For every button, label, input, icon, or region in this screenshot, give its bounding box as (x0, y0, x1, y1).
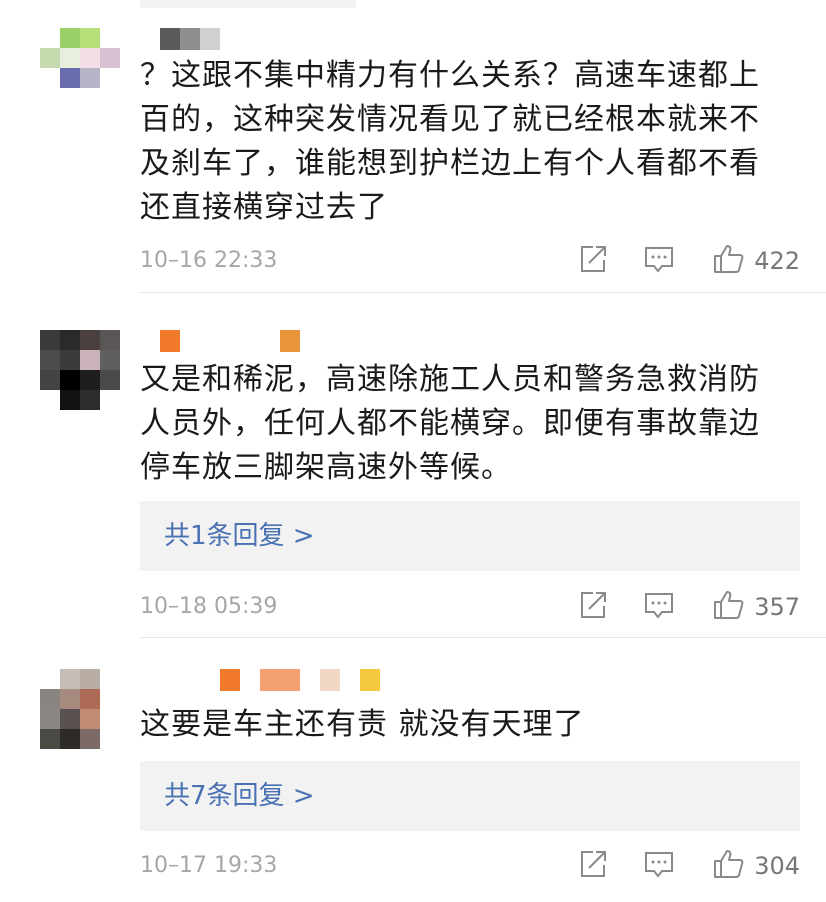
avatar-cell (80, 709, 100, 729)
avatar-cell (60, 689, 80, 709)
comment-time: 10–16 22:33 (140, 248, 278, 273)
like-count: 422 (754, 247, 800, 275)
avatar-cell (40, 390, 60, 410)
name-blur-block (280, 330, 300, 352)
avatar-cell (100, 370, 120, 390)
like-icon[interactable] (712, 588, 746, 622)
avatar-cell (60, 370, 80, 390)
avatar-cell (60, 330, 80, 350)
avatar-cell (60, 390, 80, 410)
username-redacted[interactable] (160, 330, 300, 352)
avatar-cell (40, 330, 60, 350)
avatar-cell (40, 68, 60, 88)
avatar-cell (100, 68, 120, 88)
name-blur-block (160, 330, 180, 352)
avatar-cell (100, 729, 120, 749)
avatar-cell (80, 390, 100, 410)
avatar-cell (100, 48, 120, 68)
avatar[interactable] (40, 330, 120, 410)
name-blur-block (160, 28, 180, 50)
avatar-cell (80, 68, 100, 88)
avatar-cell (80, 729, 100, 749)
avatar-cell (60, 709, 80, 729)
comment-icon[interactable] (642, 242, 676, 276)
avatar-cell (80, 330, 100, 350)
avatar-cell (40, 48, 60, 68)
comment-item: ？这跟不集中精力有什么关系？高速车速都上百的，这种突发情况看见了就已经根本就来不… (0, 0, 826, 292)
avatar-cell (40, 689, 60, 709)
avatar-cell (100, 669, 120, 689)
avatar-cell (40, 729, 60, 749)
avatar-cell (100, 390, 120, 410)
name-blur-block (260, 669, 300, 691)
avatar-cell (80, 350, 100, 370)
like-count: 304 (754, 852, 800, 880)
avatar-cell (60, 48, 80, 68)
avatar-cell (80, 669, 100, 689)
view-replies-button[interactable]: 共1条回复 > (140, 501, 800, 571)
name-blur-block (200, 28, 220, 50)
comment-text: ？这跟不集中精力有什么关系？高速车速都上百的，这种突发情况看见了就已经根本就来不… (140, 58, 760, 225)
avatar-cell (60, 88, 80, 108)
comment-time: 10–17 19:33 (140, 853, 278, 878)
avatar-cell (80, 88, 100, 108)
comment-time: 10–18 05:39 (140, 594, 278, 619)
comment-text: 这要是车主还有责 就没有天理了 (140, 707, 585, 742)
avatar-cell (100, 709, 120, 729)
comment-icon[interactable] (642, 588, 676, 622)
avatar-cell (60, 729, 80, 749)
comment-item: 又是和稀泥，高速除施工人员和警务急救消防人员外，任何人都不能横穿。即便有事故靠边… (0, 292, 826, 637)
share-icon[interactable] (576, 588, 610, 622)
comment-meta: 10–17 19:33 304 (140, 847, 800, 887)
avatar[interactable] (40, 669, 120, 749)
comment-item: 这要是车主还有责 就没有天理了 共7条回复 > 10–17 19:33 304 (0, 637, 826, 902)
like-count: 357 (754, 593, 800, 621)
avatar-cell (60, 350, 80, 370)
comment-icon[interactable] (642, 847, 676, 881)
username-redacted[interactable] (160, 28, 220, 50)
name-blur-block (180, 28, 200, 50)
share-icon[interactable] (576, 847, 610, 881)
avatar-cell (80, 370, 100, 390)
avatar-cell (100, 88, 120, 108)
like-icon[interactable] (712, 847, 746, 881)
avatar-cell (80, 48, 100, 68)
avatar-cell (40, 28, 60, 48)
like-icon[interactable] (712, 242, 746, 276)
name-blur-block (320, 669, 340, 691)
avatar-cell (100, 350, 120, 370)
avatar-cell (40, 370, 60, 390)
username-redacted[interactable] (220, 669, 380, 691)
comment-meta: 10–16 22:33 422 (140, 242, 800, 282)
avatar-cell (100, 689, 120, 709)
avatar-cell (60, 68, 80, 88)
name-blur-block (220, 669, 240, 691)
avatar-cell (60, 28, 80, 48)
avatar-cell (80, 28, 100, 48)
avatar-cell (60, 669, 80, 689)
avatar-cell (100, 330, 120, 350)
view-replies-button[interactable]: 共7条回复 > (140, 761, 800, 831)
avatar-cell (40, 669, 60, 689)
comment-meta: 10–18 05:39 357 (140, 588, 800, 628)
avatar-cell (100, 28, 120, 48)
avatar-cell (40, 350, 60, 370)
comment-text: 又是和稀泥，高速除施工人员和警务急救消防人员外，任何人都不能横穿。即便有事故靠边… (140, 362, 760, 485)
share-icon[interactable] (576, 242, 610, 276)
avatar-cell (80, 689, 100, 709)
avatar[interactable] (40, 28, 120, 108)
avatar-cell (40, 709, 60, 729)
name-blur-block (360, 669, 380, 691)
avatar-cell (40, 88, 60, 108)
